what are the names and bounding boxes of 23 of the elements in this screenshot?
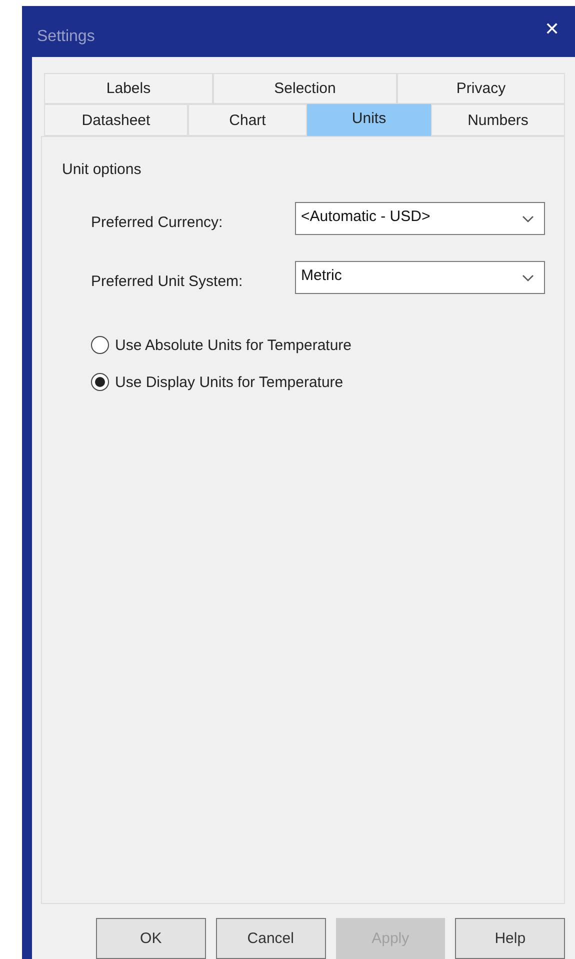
chevron-down-icon [522,214,534,222]
dialog-button[interactable]: Cancel [216,918,326,959]
window-title: Settings [37,28,95,46]
radio-label[interactable]: Use Absolute Units for Temperature [115,336,352,354]
tab[interactable]: Chart [188,104,307,136]
dialog-button[interactable]: Help [455,918,565,959]
close-button[interactable]: ✕ [529,10,575,50]
tab[interactable]: Units [307,104,431,136]
field-label: Preferred Unit System: [91,272,244,290]
field-label: Preferred Currency: [91,213,224,231]
tab[interactable]: Numbers [431,104,565,136]
group-title: Unit options [62,161,142,178]
dropdown[interactable]: <Automatic - USD> [295,202,545,235]
dialog-button[interactable]: OK [96,918,206,959]
tab[interactable]: Selection [213,73,397,104]
tab[interactable]: Labels [44,73,213,104]
radio-button[interactable] [91,336,109,354]
chevron-down-icon [522,274,534,282]
tab[interactable]: Privacy [397,73,565,104]
dropdown[interactable]: Metric [295,261,545,294]
radio-button[interactable] [91,373,109,391]
tab[interactable]: Datasheet [44,104,188,136]
radio-label[interactable]: Use Display Units for Temperature [115,374,344,390]
